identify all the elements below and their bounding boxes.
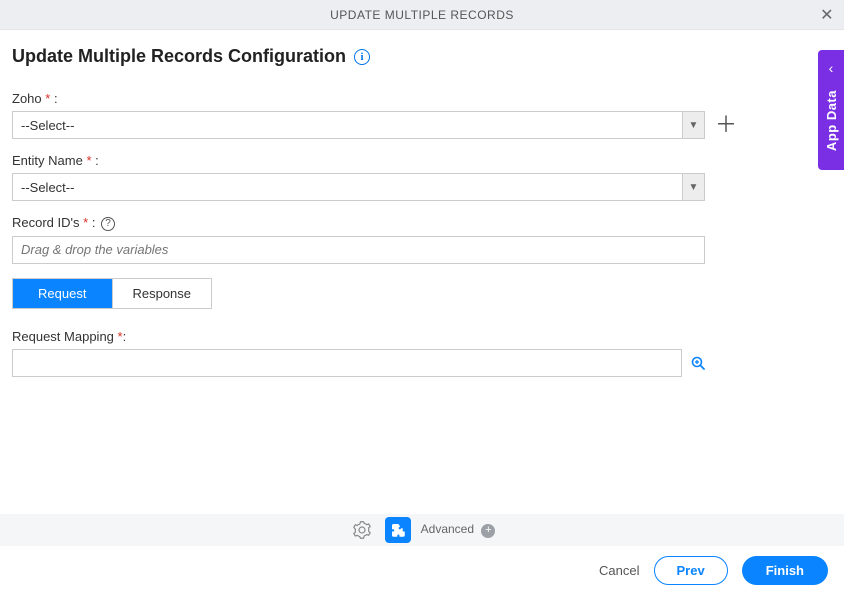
help-icon[interactable]: ? [101, 217, 115, 231]
add-zoho-icon[interactable]: ＋ [715, 114, 737, 136]
prev-button[interactable]: Prev [654, 556, 728, 585]
zoho-select-value: --Select-- [13, 118, 682, 133]
plus-circle-icon: + [481, 524, 495, 538]
tab-request[interactable]: Request [13, 279, 112, 308]
info-icon[interactable]: i [354, 49, 370, 65]
req-resp-tabs: Request Response [12, 278, 212, 309]
app-data-label: App Data [824, 90, 839, 151]
field-zoho: Zoho * : --Select-- ▼ ＋ [12, 91, 832, 139]
cancel-button[interactable]: Cancel [599, 563, 639, 578]
dialog-header: UPDATE MULTIPLE RECORDS ✕ [0, 0, 844, 30]
puzzle-icon[interactable] [385, 517, 411, 543]
field-request-mapping: Request Mapping *: [12, 329, 832, 377]
record-ids-label: Record ID's * : ? [12, 215, 832, 231]
close-icon[interactable]: ✕ [820, 5, 834, 25]
record-ids-input[interactable] [12, 236, 705, 264]
chevron-left-icon: ‹ [829, 60, 834, 76]
zoho-label: Zoho * : [12, 91, 832, 106]
field-entity: Entity Name * : --Select-- ▼ [12, 153, 832, 201]
view-mapping-icon[interactable] [690, 355, 706, 371]
entity-select-value: --Select-- [13, 180, 682, 195]
field-record-ids: Record ID's * : ? [12, 215, 832, 264]
chevron-down-icon: ▼ [682, 174, 704, 200]
tab-response[interactable]: Response [112, 279, 212, 308]
page-title-row: Update Multiple Records Configuration i [12, 46, 832, 67]
app-data-panel-toggle[interactable]: ‹ App Data [818, 50, 844, 170]
finish-button[interactable]: Finish [742, 556, 828, 585]
request-mapping-label: Request Mapping *: [12, 329, 832, 344]
gear-icon[interactable] [349, 517, 375, 543]
request-mapping-input[interactable] [12, 349, 682, 377]
page-title: Update Multiple Records Configuration [12, 46, 346, 67]
entity-select[interactable]: --Select-- ▼ [12, 173, 705, 201]
entity-label: Entity Name * : [12, 153, 832, 168]
bottom-toolbar: Advanced + [0, 514, 844, 546]
zoho-select[interactable]: --Select-- ▼ [12, 111, 705, 139]
advanced-label[interactable]: Advanced + [421, 522, 496, 538]
dialog-title: UPDATE MULTIPLE RECORDS [330, 8, 514, 22]
content-area: Update Multiple Records Configuration i … [0, 30, 844, 377]
chevron-down-icon: ▼ [682, 112, 704, 138]
footer: Cancel Prev Finish [0, 546, 844, 594]
